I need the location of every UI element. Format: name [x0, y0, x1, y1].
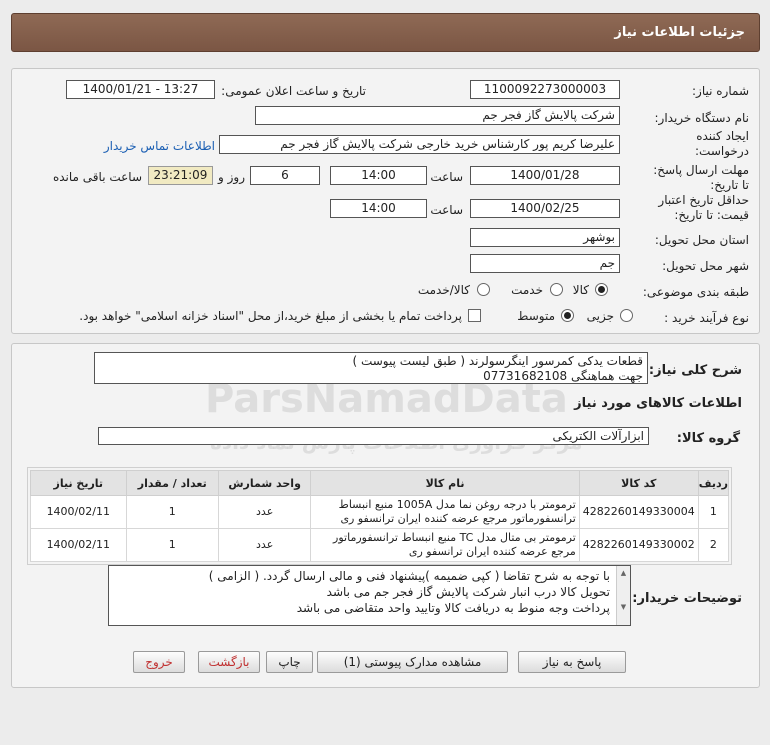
cell-qty: 1 [125, 528, 220, 562]
items-table: ردیف کد کالا نام کالا واحد شمارش تعداد /… [30, 470, 730, 562]
table-row[interactable]: 1 4282260149330004 ترمومتر با درجه روغن … [30, 495, 730, 529]
category-option-goods: کالا [572, 283, 589, 297]
creator-field: علیرضا کریم پور کارشناس خرید خارجی شرکت … [219, 135, 620, 154]
page-header: جزئیات اطلاعات نیاز [11, 13, 760, 52]
remaining-timer: 23:21:09 [148, 166, 213, 185]
buyer-note-line: با توجه به شرح تقاضا ( کپی ضمیمه )پیشنها… [208, 569, 610, 583]
process-option-medium: متوسط [517, 309, 555, 323]
cell-name: ترمومتر با درجه روغن نما مدل 1005A منبع … [310, 495, 580, 529]
back-button[interactable]: بازگشت [198, 651, 260, 673]
scroll-up-icon[interactable]: ▲ [617, 569, 630, 577]
province-label: استان محل تحویل: [654, 233, 749, 247]
page-title: جزئیات اطلاعات نیاز [614, 25, 745, 40]
process-option-minor: جزیی [586, 309, 614, 323]
announce-label: تاریخ و ساعت اعلان عمومی: [221, 84, 366, 98]
category-label: طبقه بندی موضوعی: [642, 285, 749, 299]
validity-date-field: 1400/02/25 [470, 199, 620, 218]
buyer-notes-box[interactable]: ▲ ▼ با توجه به شرح تقاضا ( کپی ضمیمه )پی… [108, 565, 631, 626]
days-field: 6 [250, 166, 320, 185]
remaining-label: ساعت باقی مانده [52, 170, 142, 184]
goods-group-label: گروه کالا: [676, 431, 740, 446]
cell-date: 1400/02/11 [30, 495, 127, 529]
cell-code: 4282260149330004 [578, 495, 699, 529]
attachments-button[interactable]: مشاهده مدارک پیوستی (1) [317, 651, 508, 673]
cell-name: ترمومتر بی متال مدل TC منبع انبساط ترانس… [310, 528, 580, 562]
col-header-qty: تعداد / مقدار [125, 470, 220, 496]
col-header-unit: واحد شمارش [218, 470, 312, 496]
reply-button[interactable]: پاسخ به نیاز [518, 651, 626, 673]
need-number-field: 1100092273000003 [470, 80, 620, 99]
summary-line-1: قطعات یدکی کمرسور اینگرسولرند ( طبق لیست… [352, 354, 643, 368]
need-number-label: شماره نیاز: [692, 84, 749, 98]
reply-time-field: 14:00 [330, 166, 427, 185]
goods-group-field: ابزارآلات الکتریکی [98, 427, 649, 445]
payment-note: پرداخت تمام یا بخشی از مبلغ خرید،از محل … [79, 309, 462, 323]
validity-time-field: 14:00 [330, 199, 427, 218]
items-table-wrapper: ردیف کد کالا نام کالا واحد شمارش تعداد /… [27, 467, 732, 565]
buyer-org-field: شرکت پالایش گاز فجر جم [255, 106, 620, 125]
print-button[interactable]: چاپ [266, 651, 313, 673]
process-radio-minor[interactable] [620, 309, 633, 322]
days-label: روز و [218, 170, 245, 184]
col-header-index: ردیف [697, 470, 730, 496]
exit-button[interactable]: خروج [133, 651, 185, 673]
goods-section-title: اطلاعات کالاهای مورد نیاز [574, 396, 742, 411]
category-radio-goods-service[interactable] [477, 283, 490, 296]
buyer-note-line: پرداخت وجه منوط به دریافت کالا وتایید وا… [296, 601, 610, 615]
province-field: بوشهر [470, 228, 620, 247]
category-option-goods-service: کالا/خدمت [417, 283, 470, 297]
summary-label: شرح کلی نیاز: [648, 363, 742, 378]
city-field: جم [470, 254, 620, 273]
category-option-service: خدمت [511, 283, 543, 297]
cell-date: 1400/02/11 [30, 528, 127, 562]
category-radio-service[interactable] [550, 283, 563, 296]
scroll-down-icon[interactable]: ▼ [617, 603, 630, 611]
treasury-checkbox[interactable] [468, 309, 481, 322]
buyer-notes-label: توضیحات خریدار: [632, 591, 742, 606]
buyer-note-line: تحویل کالا درب انبار شرکت پالایش گاز فجر… [326, 585, 610, 599]
announce-field: 1400/01/21 - 13:27 [66, 80, 215, 99]
process-radio-medium[interactable] [561, 309, 574, 322]
city-label: شهر محل تحویل: [662, 259, 749, 273]
cell-unit: عدد [218, 495, 312, 529]
summary-line-2: جهت هماهنگی 07731682108 [483, 369, 643, 383]
process-label: نوع فرآیند خرید : [664, 311, 749, 325]
cell-index: 1 [697, 495, 730, 529]
table-header-row: ردیف کد کالا نام کالا واحد شمارش تعداد /… [30, 470, 730, 496]
summary-box: قطعات یدکی کمرسور اینگرسولرند ( طبق لیست… [94, 352, 648, 384]
notes-scrollbar[interactable]: ▲ ▼ [616, 566, 630, 625]
cell-unit: عدد [218, 528, 312, 562]
buyer-org-label: نام دستگاه خریدار: [654, 111, 750, 125]
validity-label: حداقل تاریخ اعتبار قیمت: تا تاریخ: [658, 193, 749, 222]
category-radio-goods[interactable] [595, 283, 608, 296]
col-header-date: تاریخ نیاز [30, 470, 127, 496]
buyer-notes-text: با توجه به شرح تقاضا ( کپی ضمیمه )پیشنها… [109, 566, 630, 616]
cell-code: 4282260149330002 [578, 528, 699, 562]
cell-index: 2 [697, 528, 730, 562]
validity-time-label: ساعت [430, 203, 463, 217]
col-header-name: نام کالا [310, 470, 580, 496]
reply-deadline-label: مهلت ارسال پاسخ: تا تاریخ: [653, 163, 749, 192]
creator-label: ایجاد کننده درخواست: [695, 129, 749, 158]
contact-info-link[interactable]: اطلاعات تماس خریدار [104, 139, 215, 153]
col-header-code: کد کالا [578, 470, 699, 496]
table-row[interactable]: 2 4282260149330002 ترمومتر بی متال مدل T… [30, 528, 730, 562]
cell-qty: 1 [125, 495, 220, 529]
reply-date-field: 1400/01/28 [470, 166, 620, 185]
reply-time-label: ساعت [430, 170, 463, 184]
